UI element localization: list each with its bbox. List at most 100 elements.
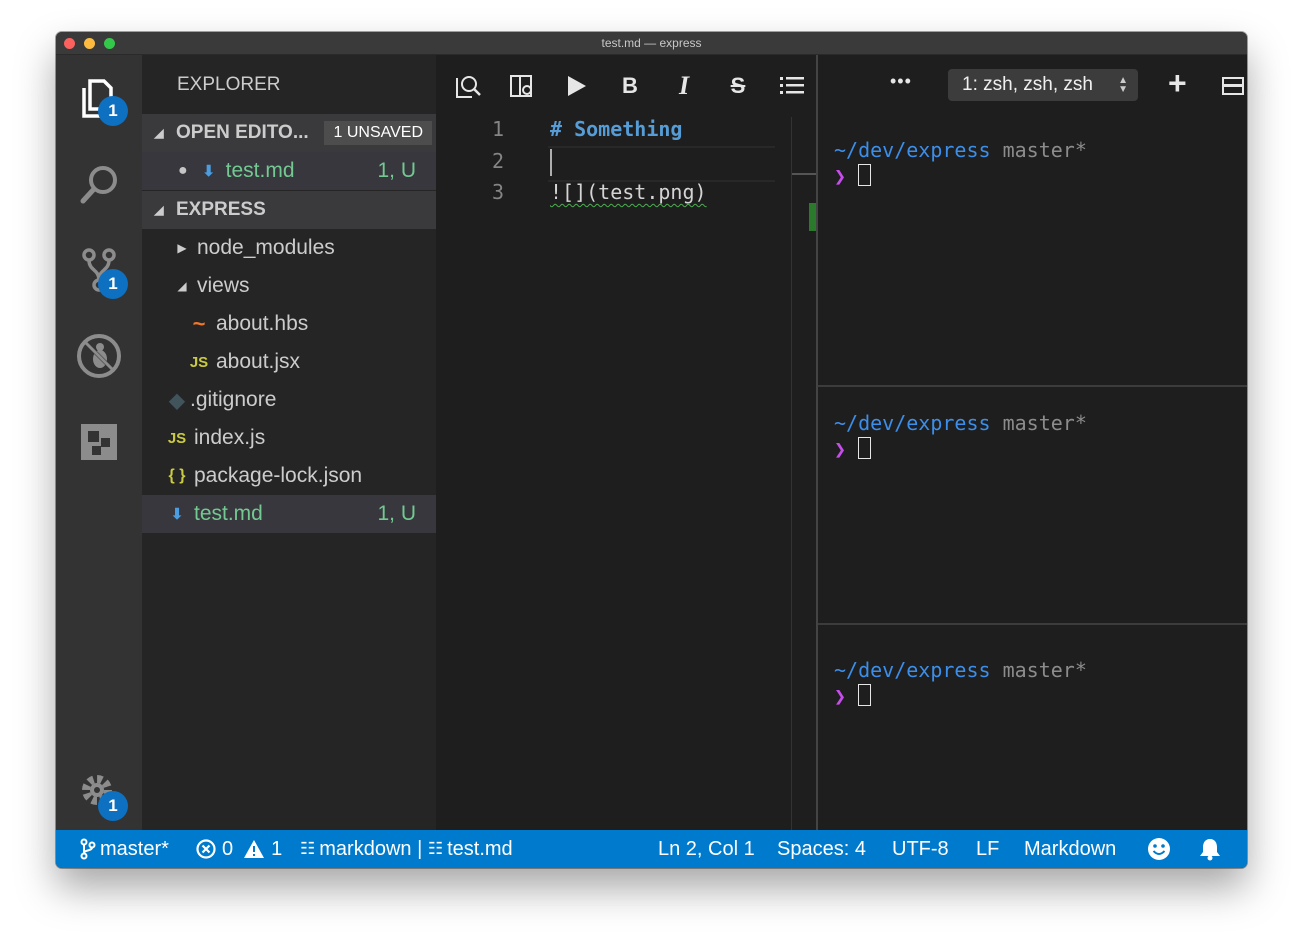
bold-button[interactable]: B <box>612 69 648 103</box>
express-title: EXPRESS <box>176 199 266 220</box>
manage-activity[interactable]: 1 <box>56 759 142 825</box>
json-icon: { } <box>168 467 186 484</box>
git-branch-icon <box>80 838 96 860</box>
extensions-activity[interactable] <box>56 409 142 475</box>
split-terminal-button[interactable] <box>1222 77 1244 95</box>
markdown-mode-status[interactable]: ☷ markdown | ☷ test.md <box>300 830 513 868</box>
settings-badge: 1 <box>98 791 128 821</box>
open-editor-label: test.md <box>225 159 295 182</box>
italic-button[interactable]: I <box>666 69 702 103</box>
tree-item-index-js[interactable]: JS index.js <box>142 419 436 457</box>
scrollbar-track[interactable] <box>791 117 792 830</box>
tree-item-views[interactable]: ◢ views <box>142 267 436 305</box>
add-terminal-button[interactable]: + <box>1168 65 1187 102</box>
open-editors-section[interactable]: ◢ OPEN EDITO... 1 UNSAVED <box>142 114 436 152</box>
dirty-dot-icon: ● <box>178 162 188 179</box>
prompt-symbol: ❯ <box>834 437 847 461</box>
file-label: test.md <box>447 837 513 860</box>
mode-label: markdown | <box>319 837 428 860</box>
prompt-line: ~/dev/express master* <box>834 411 1087 435</box>
tree-item-test-md[interactable]: ⬇ test.md 1, U <box>142 495 436 533</box>
prompt-path: ~/dev/express <box>834 411 991 435</box>
chevron-down-icon: ◢ <box>177 279 187 293</box>
editor-toolbar: B I S <box>436 55 816 117</box>
chevron-down-icon: ◢ <box>154 203 164 217</box>
strikethrough-button[interactable]: S <box>720 69 756 103</box>
prompt-path: ~/dev/express <box>834 138 991 162</box>
tree-item-package-lock[interactable]: { } package-lock.json <box>142 457 436 495</box>
play-icon <box>568 76 586 96</box>
tree-item-gitignore[interactable]: ◆ .gitignore <box>142 381 436 419</box>
line-number: 1 <box>491 117 504 141</box>
tree-item-label: package-lock.json <box>194 464 363 487</box>
tree-item-node-modules[interactable]: ▶ node_modules <box>142 229 436 267</box>
encoding-status[interactable]: UTF-8 <box>892 830 949 868</box>
current-line-highlight <box>548 146 775 182</box>
activity-bar: 1 1 1 <box>56 55 142 830</box>
tree-item-label: node_modules <box>197 236 335 259</box>
prompt-branch: master* <box>1002 658 1087 682</box>
chevron-right-icon: ▶ <box>177 241 187 255</box>
terminal-selector[interactable]: 1: zsh, zsh, zsh ▲ ▼ <box>948 69 1138 101</box>
preview-search-icon <box>456 76 481 98</box>
feedback-button[interactable] <box>1147 830 1171 868</box>
run-button[interactable] <box>558 69 594 103</box>
tree-item-about-hbs[interactable]: ~ about.hbs <box>142 305 436 343</box>
tree-item-about-jsx[interactable]: JS about.jsx <box>142 343 436 381</box>
split-preview-icon <box>510 75 532 97</box>
terminal-pane-2[interactable]: ~/dev/express master* ❯ <box>818 385 1247 623</box>
search-icon <box>80 166 117 204</box>
notifications-button[interactable] <box>1198 830 1222 868</box>
prompt-symbol: ❯ <box>834 684 847 708</box>
git-status: 1, U <box>377 502 416 525</box>
split-icon <box>1224 84 1242 87</box>
debug-activity[interactable] <box>56 323 142 389</box>
language-status[interactable]: Markdown <box>1024 830 1116 868</box>
search-activity[interactable] <box>56 151 142 217</box>
list-button[interactable] <box>774 69 810 103</box>
unsaved-badge: 1 UNSAVED <box>324 121 432 145</box>
tree-item-label: .gitignore <box>190 388 277 411</box>
chevron-down-icon: ◢ <box>154 126 164 140</box>
markdown-icon: ⬇ <box>202 163 215 180</box>
cursor-position-status[interactable]: Ln 2, Col 1 <box>658 830 755 868</box>
code-editor[interactable]: 1 2 3 # Something ![](test.png) <box>436 117 816 830</box>
terminal-cursor <box>858 164 872 186</box>
eol-status[interactable]: LF <box>976 830 999 868</box>
git-icon: ◆ <box>169 389 185 412</box>
prompt-line: ~/dev/express master* <box>834 658 1087 682</box>
markdown-toc-icon: ☷ <box>300 839 316 858</box>
code-line-image: ![](test.png) <box>550 180 707 204</box>
tree-item-label: index.js <box>194 426 266 449</box>
preview-side-button[interactable] <box>504 69 540 103</box>
more-actions-button[interactable]: ••• <box>890 71 912 92</box>
branch-status[interactable]: master* <box>80 830 169 868</box>
open-editor-item[interactable]: ● ⬇ test.md 1, U <box>142 152 436 190</box>
explorer-activity[interactable]: 1 <box>56 65 142 131</box>
tree-item-label: about.jsx <box>216 350 301 373</box>
tree-item-label: views <box>197 274 250 297</box>
list-icon <box>780 77 804 94</box>
javascript-icon: JS <box>167 429 187 447</box>
dropdown-arrows-icon: ▲ ▼ <box>1118 75 1128 95</box>
explorer-sidebar: EXPLORER ◢ OPEN EDITO... 1 UNSAVED ● ⬇ t… <box>142 55 436 830</box>
express-section[interactable]: ◢ EXPRESS <box>142 191 436 229</box>
terminal-panel: ••• 1: zsh, zsh, zsh ▲ ▼ + ~/dev/express … <box>818 55 1247 830</box>
handlebars-icon: ~ <box>192 311 206 336</box>
terminal-pane-1[interactable]: ~/dev/express master* ❯ <box>818 117 1247 385</box>
smiley-icon <box>1148 838 1170 860</box>
window-title: test.md — express <box>601 36 702 50</box>
indentation-status[interactable]: Spaces: 4 <box>777 830 866 868</box>
source-control-activity[interactable]: 1 <box>56 237 142 303</box>
tree-item-label: about.hbs <box>216 312 309 335</box>
terminal-pane-3[interactable]: ~/dev/express master* ❯ <box>818 623 1247 832</box>
error-count: 0 <box>222 837 234 860</box>
problems-status[interactable]: 0 1 <box>196 830 282 868</box>
prompt-branch: master* <box>1002 411 1087 435</box>
line-number: 3 <box>491 180 504 204</box>
status-bar: master* 0 1 ☷ markdown | ☷ test.md Ln 2,… <box>56 830 1247 868</box>
scm-badge: 1 <box>98 269 128 299</box>
open-preview-button[interactable] <box>450 69 486 103</box>
bell-icon <box>1200 839 1220 861</box>
explorer-header: EXPLORER <box>177 74 281 95</box>
